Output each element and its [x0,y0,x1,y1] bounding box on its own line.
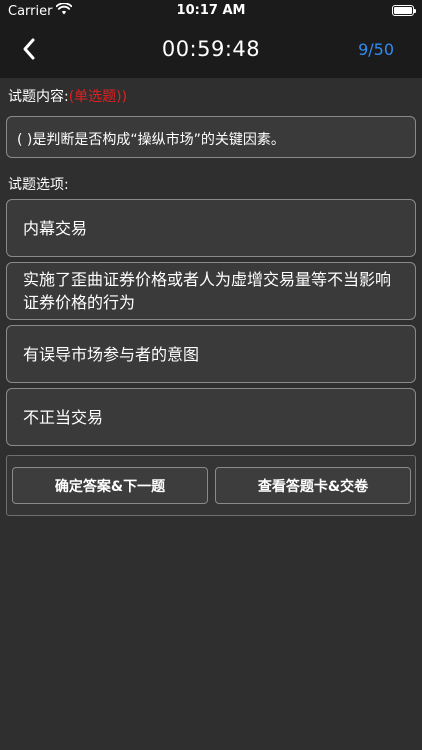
status-time: 10:17 AM [176,3,246,18]
action-panel: 确定答案&下一题 查看答题卡&交卷 [6,455,416,516]
option-text: 内幕交易 [23,218,88,238]
option-text: 实施了歪曲证券价格或者人为虚增交易量等不当影响证券价格的行为 [23,270,392,312]
option-d[interactable]: 不正当交易 [6,388,416,446]
option-text: 有误导市场参与者的意图 [23,344,200,364]
option-text: 不正当交易 [23,407,104,427]
confirm-next-button[interactable]: 确定答案&下一题 [12,467,208,504]
nav-bar: 00:59:48 9/50 [0,24,422,78]
battery-icon [392,5,416,16]
answer-card-submit-button[interactable]: 查看答题卡&交卷 [215,467,411,504]
options-label: 试题选项: [8,177,69,193]
question-progress[interactable]: 9/50 [358,40,394,59]
question-type-badge: (单选题)) [68,89,128,105]
question-text-box: ( )是判断是否构成“操纵市场”的关键因素。 [6,116,416,158]
content-label-text: 试题内容: [8,89,69,105]
status-bar: Carrier 10:17 AM [0,0,422,24]
option-c[interactable]: 有误导市场参与者的意图 [6,325,416,383]
question-content-label: 试题内容:(单选题)) [8,86,127,106]
question-text: ( )是判断是否构成“操纵市场”的关键因素。 [17,132,285,148]
option-a[interactable]: 内幕交易 [6,199,416,257]
option-b[interactable]: 实施了歪曲证券价格或者人为虚增交易量等不当影响证券价格的行为 [6,262,416,320]
